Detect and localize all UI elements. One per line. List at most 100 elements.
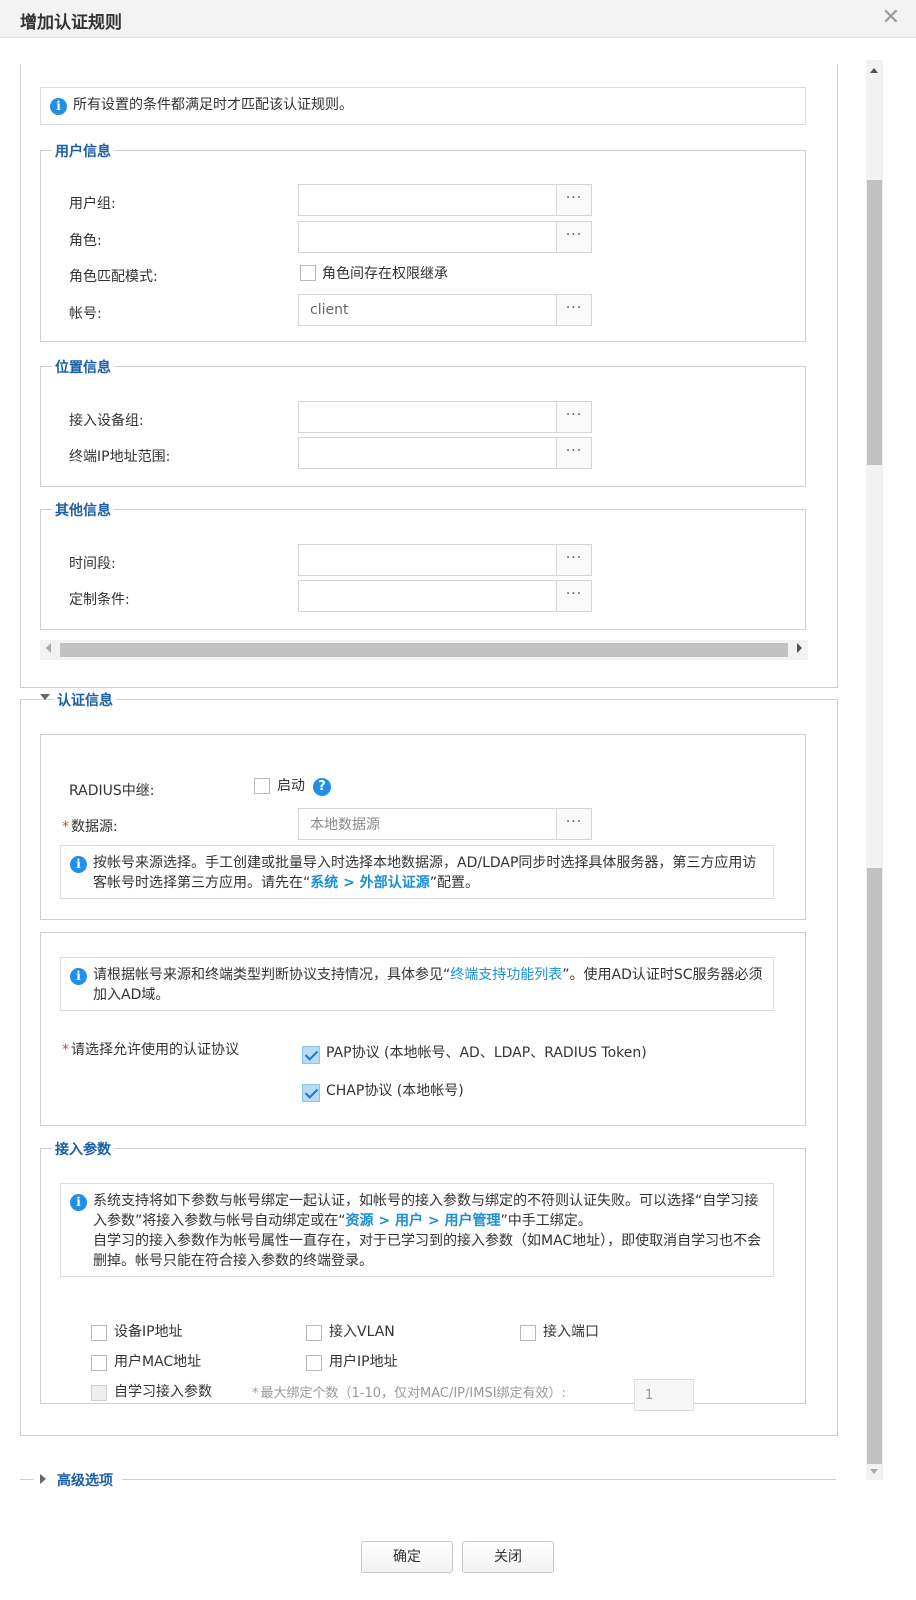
chap-checkbox[interactable] (302, 1084, 320, 1102)
protocol-info-box: i 请根据帐号来源和终端类型判断协议支持情况，具体参见“终端支持功能列表”。使用… (60, 957, 774, 1011)
datasource-browse-button[interactable]: ··· (556, 809, 591, 839)
max-bind-label: * 最大绑定个数（1-10，仅对MAC/IP/IMSI绑定有效）: (252, 1382, 566, 1401)
vlan-option: 接入VLAN (329, 1324, 395, 1340)
radius-relay-label: RADIUS中继: (69, 783, 155, 799)
scroll-up-icon[interactable] (870, 68, 878, 73)
collapse-triangle-icon[interactable] (40, 694, 50, 700)
access-params-legend: 接入参数 (52, 1139, 114, 1159)
advanced-legend[interactable]: 高级选项 (54, 1470, 116, 1490)
datasource-info-text: 按帐号来源选择。手工创建或批量导入时选择本地数据源，AD/LDAP同步时选择具体… (93, 853, 765, 893)
horizontal-scrollbar[interactable] (40, 640, 808, 660)
datasource-label: * 数据源: (62, 816, 118, 836)
account-input[interactable] (299, 295, 556, 325)
radius-enable-option: 启动 (277, 778, 305, 794)
advanced-left-line (20, 1479, 34, 1480)
dialog-titlebar: 增加认证规则 ✕ (0, 0, 916, 38)
expand-triangle-icon[interactable] (40, 1474, 46, 1484)
user-ip-checkbox[interactable] (306, 1355, 322, 1371)
user-management-link[interactable]: 资源 > 用户 > 用户管理 (346, 1213, 501, 1229)
custom-condition-input[interactable] (299, 581, 556, 611)
access-params-info-part2: ”中手工绑定。 (500, 1213, 592, 1229)
location-info-legend: 位置信息 (52, 357, 114, 377)
datasource-info-part2: ”配置。 (429, 875, 480, 891)
other-info-legend: 其他信息 (52, 500, 114, 520)
time-field: ··· (298, 544, 592, 576)
access-params-info-part3: 自学习的接入参数作为帐号属性一直存在，对于已学习到的接入参数（如MAC地址），即… (93, 1233, 762, 1269)
protocol-info-part1: 请根据帐号来源和终端类型判断协议支持情况，具体参见“ (93, 967, 451, 983)
ip-range-input[interactable] (299, 438, 556, 468)
scroll-right-icon[interactable] (797, 643, 802, 653)
ip-range-browse-button[interactable]: ··· (556, 438, 591, 468)
close-icon[interactable]: ✕ (882, 5, 900, 31)
user-ip-option: 用户IP地址 (329, 1354, 398, 1370)
user-group-label: 用户组: (69, 196, 116, 212)
max-bind-input[interactable]: 1 (634, 1379, 694, 1411)
required-mark: * (62, 819, 69, 835)
account-label: 帐号: (69, 306, 102, 322)
device-group-label: 接入设备组: (69, 413, 144, 429)
user-mac-checkbox[interactable] (91, 1355, 107, 1371)
user-group-input[interactable] (299, 185, 556, 215)
external-auth-source-link[interactable]: 系统 > 外部认证源 (310, 875, 429, 891)
device-group-input[interactable] (299, 402, 556, 432)
role-browse-button[interactable]: ··· (556, 222, 591, 252)
pap-option: PAP协议 (本地帐号、AD、LDAP、RADIUS Token) (326, 1045, 647, 1061)
user-group-browse-button[interactable]: ··· (556, 185, 591, 215)
role-match-label: 角色匹配模式: (69, 269, 158, 285)
device-group-browse-button[interactable]: ··· (556, 402, 591, 432)
device-ip-option: 设备IP地址 (114, 1324, 183, 1340)
ip-range-label: 终端IP地址范围: (69, 449, 171, 465)
device-group-field: ··· (298, 401, 592, 433)
user-group-field: ··· (298, 184, 592, 216)
time-input[interactable] (299, 545, 556, 575)
access-params-info-text: 系统支持将如下参数与帐号绑定一起认证，如帐号的接入参数与绑定的不符则认证失败。可… (93, 1191, 765, 1271)
self-learn-checkbox[interactable] (91, 1385, 107, 1401)
datasource-field: ··· (298, 808, 592, 840)
required-mark: * (252, 1386, 259, 1401)
role-inherit-checkbox[interactable] (300, 265, 316, 281)
custom-condition-browse-button[interactable]: ··· (556, 581, 591, 611)
terminal-feature-list-link[interactable]: 终端支持功能列表 (450, 967, 562, 983)
protocol-info-text: 请根据帐号来源和终端类型判断协议支持情况，具体参见“终端支持功能列表”。使用AD… (93, 965, 765, 1005)
role-field: ··· (298, 221, 592, 253)
pap-checkbox[interactable] (302, 1046, 320, 1064)
required-mark: * (62, 1042, 69, 1058)
time-label: 时间段: (69, 556, 116, 572)
ok-button[interactable]: 确定 (361, 1541, 453, 1573)
account-field: ··· (298, 294, 592, 326)
vertical-scrollbar[interactable] (866, 60, 883, 1480)
port-checkbox[interactable] (520, 1325, 536, 1341)
user-info-legend: 用户信息 (52, 141, 114, 161)
max-bind-label-text: 最大绑定个数（1-10，仅对MAC/IP/IMSI绑定有效）: (260, 1386, 566, 1401)
close-button[interactable]: 关闭 (462, 1541, 554, 1573)
vertical-scroll-thumb-upper[interactable] (867, 180, 882, 465)
vlan-checkbox[interactable] (306, 1325, 322, 1341)
info-icon: i (70, 856, 87, 873)
self-learn-option: 自学习接入参数 (114, 1384, 212, 1400)
info-icon: i (70, 1194, 87, 1211)
info-icon: i (50, 98, 67, 115)
help-icon[interactable]: ? (313, 778, 331, 796)
role-inherit-option: 角色间存在权限继承 (322, 266, 448, 282)
protocol-label-text: 请选择允许使用的认证协议 (71, 1042, 239, 1058)
device-ip-checkbox[interactable] (91, 1325, 107, 1341)
custom-condition-label: 定制条件: (69, 592, 130, 608)
scroll-down-icon[interactable] (870, 1469, 878, 1474)
user-mac-option: 用户MAC地址 (114, 1354, 202, 1370)
horizontal-scroll-thumb[interactable] (60, 643, 788, 657)
datasource-input[interactable] (299, 809, 556, 839)
vertical-scroll-thumb-lower[interactable] (867, 868, 882, 1464)
advanced-right-line (122, 1479, 836, 1480)
ip-range-field: ··· (298, 437, 592, 469)
top-info-box: i 所有设置的条件都满足时才匹配该认证规则。 (40, 87, 806, 125)
port-option: 接入端口 (543, 1324, 599, 1340)
datasource-label-text: 数据源: (71, 819, 118, 835)
role-input[interactable] (299, 222, 556, 252)
dialog-title: 增加认证规则 (20, 13, 122, 33)
time-browse-button[interactable]: ··· (556, 545, 591, 575)
radius-enable-checkbox[interactable] (254, 778, 270, 794)
chap-option: CHAP协议 (本地帐号) (326, 1083, 464, 1099)
scroll-left-icon[interactable] (46, 643, 51, 653)
account-browse-button[interactable]: ··· (556, 295, 591, 325)
auth-info-legend[interactable]: 认证信息 (54, 690, 116, 710)
